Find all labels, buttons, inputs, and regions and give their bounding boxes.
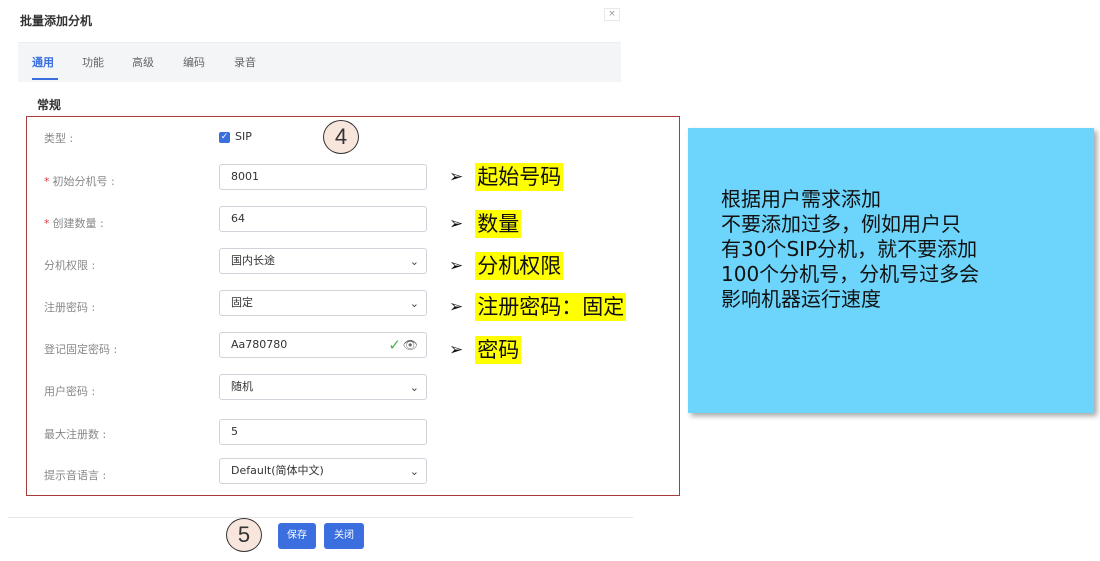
fixed-password-input[interactable]: Aa780780 ✓ 👁 — [219, 332, 427, 358]
step-marker-5: 5 — [226, 518, 262, 552]
arrow-icon: ➢ — [449, 214, 464, 234]
callout-text: 起始号码 — [475, 163, 564, 191]
tab-codec[interactable]: 编码 — [183, 54, 205, 70]
eye-icon[interactable]: 👁 — [403, 333, 418, 357]
callout-password: ➢ 密码 — [449, 336, 522, 364]
checkbox-checked-icon: ✓ — [219, 131, 230, 143]
close-icon[interactable]: × — [604, 8, 620, 21]
callout-text: 分机权限 — [475, 252, 564, 280]
user-password-label: 用户密码 : — [44, 385, 96, 398]
section-title: 常规 — [37, 98, 62, 112]
permission-select[interactable]: 国内长途 ⌄ — [219, 248, 427, 274]
note-line: 根据用户需求添加 — [721, 187, 881, 211]
close-button[interactable]: 关闭 — [324, 523, 364, 549]
callout-permission: ➢ 分机权限 — [449, 252, 564, 280]
max-reg-label: 最大注册数 : — [44, 428, 107, 441]
permission-label: 分机权限 : — [44, 259, 96, 272]
callout-reg-password: ➢ 注册密码：固定 — [449, 293, 627, 321]
check-icon: ✓ — [388, 336, 401, 354]
start-ext-label: * 初始分机号 : — [44, 175, 115, 188]
callout-text: 密码 — [475, 336, 522, 364]
sip-option-label: SIP — [235, 130, 252, 143]
note-line: 有30个SIP分机，就不要添加 — [721, 237, 978, 261]
callout-text: 数量 — [475, 210, 522, 238]
dialog-title: 批量添加分机 — [20, 14, 93, 28]
tab-recording[interactable]: 录音 — [234, 54, 256, 70]
step-marker-4: 4 — [323, 120, 359, 154]
tab-bar: 通用 功能 高级 编码 录音 — [18, 42, 621, 82]
sip-checkbox[interactable]: ✓ SIP — [219, 130, 252, 143]
tab-active-indicator — [32, 78, 58, 80]
reg-password-label: 注册密码 : — [44, 301, 96, 314]
fixed-password-label: 登记固定密码 : — [44, 343, 118, 356]
arrow-icon: ➢ — [449, 256, 464, 276]
footer-divider — [8, 517, 633, 518]
count-input[interactable]: 64 — [219, 206, 427, 232]
arrow-icon: ➢ — [449, 167, 464, 187]
note-line: 100个分机号，分机号过多会 — [721, 262, 980, 286]
note-line: 影响机器运行速度 — [721, 287, 881, 311]
note-box: 根据用户需求添加 不要添加过多，例如用户只 有30个SIP分机，就不要添加 10… — [688, 128, 1094, 413]
tab-general[interactable]: 通用 — [32, 54, 54, 70]
chevron-down-icon: ⌄ — [409, 255, 419, 268]
callout-text: 注册密码：固定 — [475, 293, 627, 321]
chevron-down-icon: ⌄ — [409, 381, 419, 394]
count-label: * 创建数量 : — [44, 217, 104, 230]
tab-features[interactable]: 功能 — [82, 54, 104, 70]
save-button[interactable]: 保存 — [278, 523, 316, 549]
start-ext-input[interactable]: 8001 — [219, 164, 427, 190]
callout-start-number: ➢ 起始号码 — [449, 163, 564, 191]
arrow-icon: ➢ — [449, 340, 464, 360]
callout-count: ➢ 数量 — [449, 210, 522, 238]
max-reg-input[interactable]: 5 — [219, 419, 427, 445]
reg-password-select[interactable]: 固定 ⌄ — [219, 290, 427, 316]
user-password-select[interactable]: 随机 ⌄ — [219, 374, 427, 400]
prompt-lang-label: 提示音语言 : — [44, 469, 107, 482]
type-label: 类型 : — [44, 132, 74, 145]
note-line: 不要添加过多，例如用户只 — [721, 212, 961, 236]
prompt-lang-select[interactable]: Default(简体中文) ⌄ — [219, 458, 427, 484]
chevron-down-icon: ⌄ — [409, 465, 419, 478]
chevron-down-icon: ⌄ — [409, 297, 419, 310]
tab-advanced[interactable]: 高级 — [132, 54, 154, 70]
arrow-icon: ➢ — [449, 297, 464, 317]
